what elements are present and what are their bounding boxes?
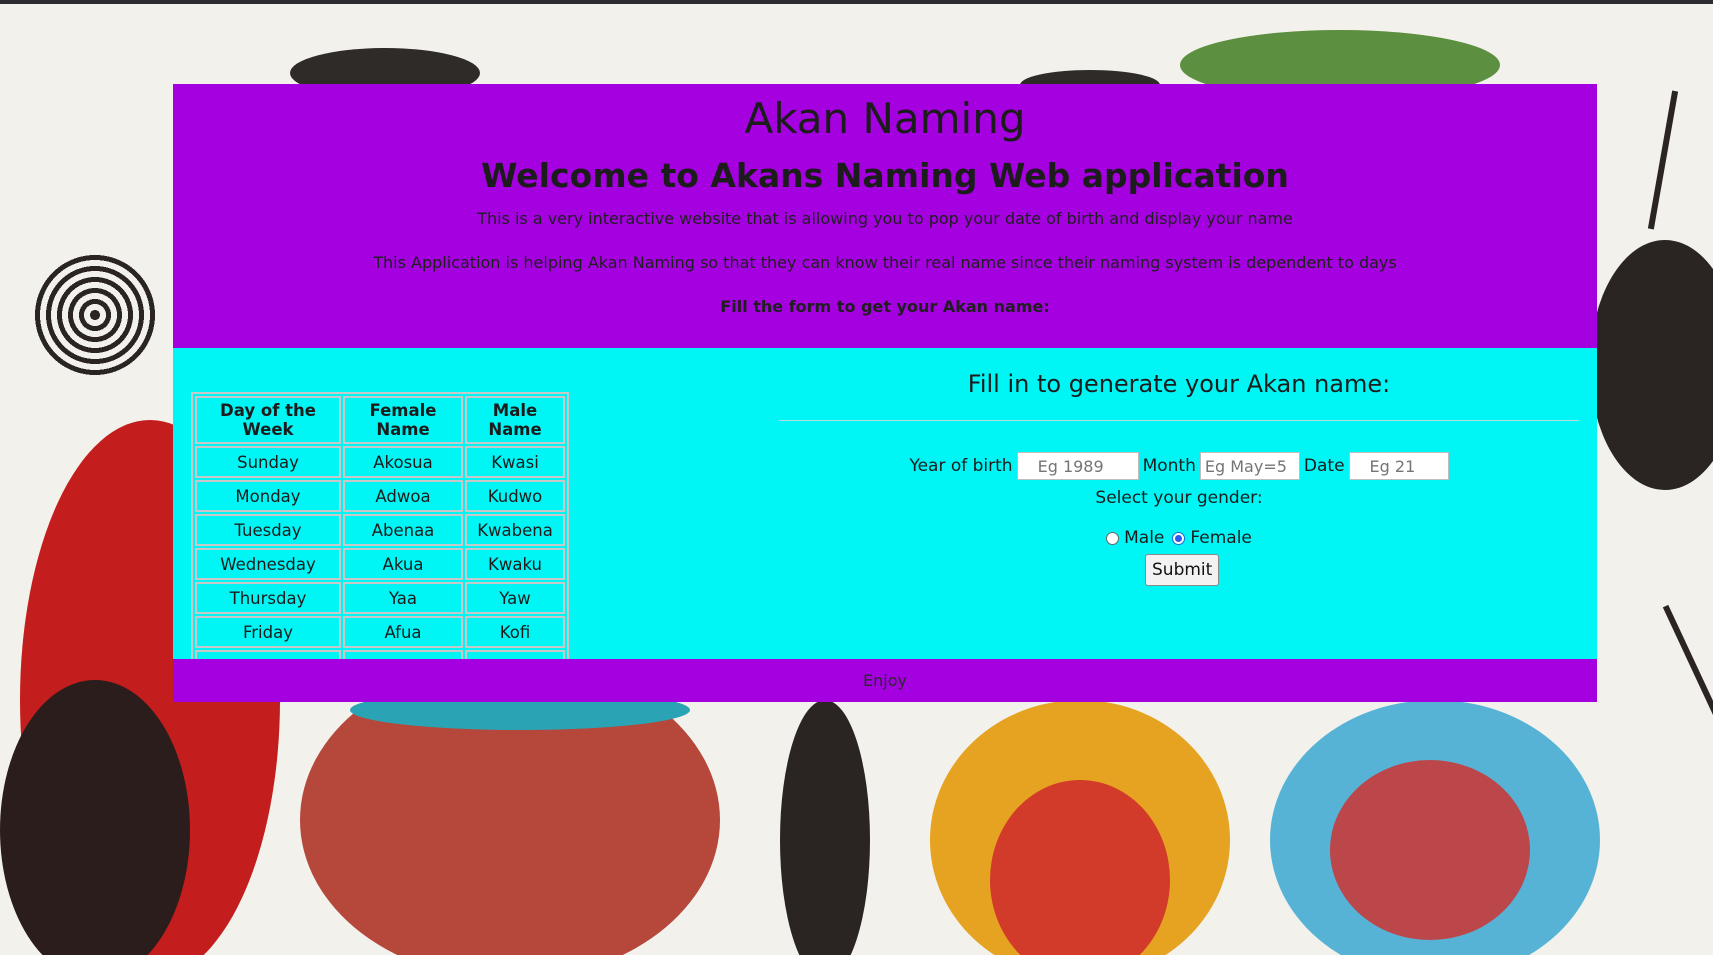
akan-names-table: Day of the Week Female Name Male Name Su… — [191, 392, 569, 686]
male-name-cell: Kwaku — [465, 548, 565, 580]
page-title: Akan Naming — [744, 94, 1026, 143]
content-section: Day of the Week Female Name Male Name Su… — [173, 348, 1597, 686]
day-cell: Sunday — [195, 446, 341, 478]
day-cell: Thursday — [195, 582, 341, 614]
male-name-cell: Kudwo — [465, 480, 565, 512]
form-title: Fill in to generate your Akan name: — [967, 370, 1391, 398]
welcome-heading: Welcome to Akans Naming Web application — [481, 156, 1289, 195]
month-input[interactable] — [1199, 452, 1300, 480]
column-header-female: Female Name — [343, 396, 463, 444]
date-input[interactable] — [1348, 452, 1449, 480]
date-label: Date — [1303, 456, 1345, 476]
gender-label: Select your gender: — [1095, 488, 1263, 508]
gender-radio-group: Male Female — [779, 528, 1579, 548]
female-radio-label: Female — [1190, 528, 1252, 548]
female-name-cell: Akua — [343, 548, 463, 580]
month-label: Month — [1142, 456, 1196, 476]
table-row: Tuesday Abenaa Kwabena — [195, 514, 565, 546]
birth-date-row: Year of birth Month Date — [779, 450, 1579, 482]
hero-section: Akan Naming Welcome to Akans Naming Web … — [173, 84, 1597, 348]
table-row: Monday Adwoa Kudwo — [195, 480, 565, 512]
column-header-male: Male Name — [465, 396, 565, 444]
female-name-cell: Akosua — [343, 446, 463, 478]
table-header-row: Day of the Week Female Name Male Name — [195, 396, 565, 444]
day-cell: Monday — [195, 480, 341, 512]
male-radio[interactable] — [1106, 531, 1120, 545]
day-cell: Wednesday — [195, 548, 341, 580]
footer: Enjoy — [173, 659, 1597, 702]
akan-name-form: Fill in to generate your Akan name: Year… — [779, 348, 1579, 659]
main-card: Akan Naming Welcome to Akans Naming Web … — [173, 84, 1597, 702]
sun-spiral-art — [30, 250, 160, 380]
female-name-cell: Abenaa — [343, 514, 463, 546]
female-radio[interactable] — [1172, 531, 1186, 545]
footer-text: Enjoy — [863, 671, 907, 690]
male-radio-label: Male — [1124, 528, 1165, 548]
male-name-cell: Kofi — [465, 616, 565, 648]
male-name-cell: Yaw — [465, 582, 565, 614]
day-cell: Tuesday — [195, 514, 341, 546]
intro-text-2: This Application is helping Akan Naming … — [373, 253, 1397, 272]
table-row: Thursday Yaa Yaw — [195, 582, 565, 614]
column-header-day: Day of the Week — [195, 396, 341, 444]
female-name-cell: Yaa — [343, 582, 463, 614]
submit-button[interactable]: Submit — [1145, 554, 1219, 586]
female-name-cell: Afua — [343, 616, 463, 648]
day-cell: Friday — [195, 616, 341, 648]
intro-text-1: This is a very interactive website that … — [477, 209, 1293, 228]
male-name-cell: Kwasi — [465, 446, 565, 478]
male-name-cell: Kwabena — [465, 514, 565, 546]
table-row: Wednesday Akua Kwaku — [195, 548, 565, 580]
table-row: Sunday Akosua Kwasi — [195, 446, 565, 478]
form-divider — [779, 420, 1579, 421]
form-instruction: Fill the form to get your Akan name: — [720, 297, 1050, 316]
female-name-cell: Adwoa — [343, 480, 463, 512]
table-row: Friday Afua Kofi — [195, 616, 565, 648]
year-label: Year of birth — [909, 456, 1013, 476]
year-input[interactable] — [1016, 452, 1139, 480]
